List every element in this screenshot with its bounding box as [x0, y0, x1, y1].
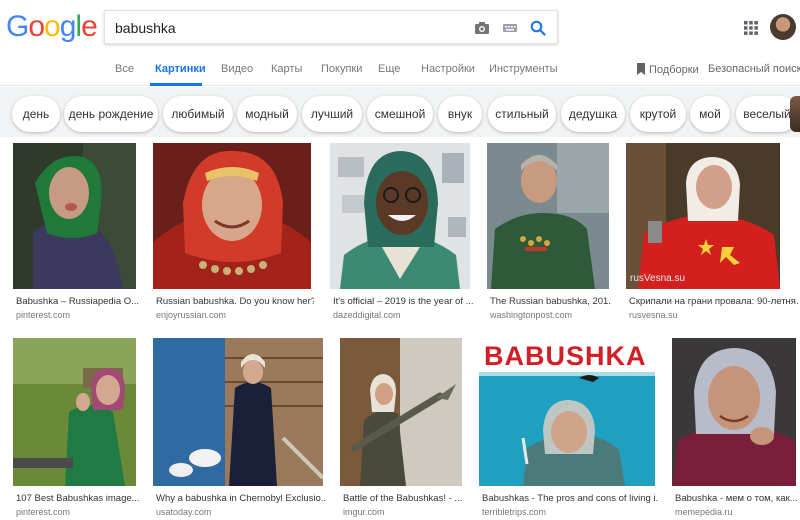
- result-source[interactable]: pinterest.com: [16, 507, 70, 517]
- camera-icon[interactable]: [473, 19, 491, 37]
- result-image[interactable]: [153, 143, 311, 289]
- chip-den-rozhdenie[interactable]: день рождение: [64, 96, 158, 132]
- active-tab-indicator: [150, 83, 202, 86]
- tab-more[interactable]: Еще: [378, 63, 400, 75]
- image-result[interactable]: Russian babushka. Do you know her? enjoy…: [153, 143, 314, 323]
- chip-vnuk[interactable]: внук: [438, 96, 482, 132]
- apps-grid-icon[interactable]: [743, 20, 759, 36]
- chip-next-thumbnail[interactable]: [790, 96, 800, 132]
- result-source[interactable]: washingtonpost.com: [490, 310, 572, 320]
- logo-letter: e: [81, 10, 98, 43]
- image-result[interactable]: The Russian babushka, 201... washingtonp…: [487, 143, 612, 323]
- result-source[interactable]: imgur.com: [343, 507, 385, 517]
- search-icon[interactable]: [529, 19, 547, 37]
- image-result[interactable]: It's official – 2019 is the year of ... …: [330, 143, 473, 323]
- result-image[interactable]: [330, 143, 470, 289]
- chip-lyubimyi[interactable]: любимый: [163, 96, 233, 132]
- result-source[interactable]: dazeddigital.com: [333, 310, 401, 320]
- image-result[interactable]: Why a babushka in Chernobyl Exclusio... …: [153, 338, 326, 520]
- result-source[interactable]: terribletrips.com: [482, 507, 546, 517]
- keyboard-icon[interactable]: [501, 19, 519, 37]
- result-source[interactable]: memepedia.ru: [675, 507, 733, 517]
- chip-veselyi[interactable]: веселый: [736, 96, 798, 132]
- result-image[interactable]: rusVesna.su: [626, 143, 780, 289]
- logo-letter: o: [44, 10, 61, 43]
- result-caption[interactable]: Babushka - мем о том, как...: [675, 493, 799, 504]
- chip-smeshnoi[interactable]: смешной: [367, 96, 433, 132]
- logo-letter: o: [28, 10, 45, 43]
- result-caption[interactable]: Russian babushka. Do you know her?: [156, 296, 314, 307]
- search-input[interactable]: [115, 17, 445, 39]
- chip-moi[interactable]: мой: [690, 96, 730, 132]
- image-result[interactable]: Babushka - мем о том, как... memepedia.r…: [672, 338, 800, 520]
- result-caption[interactable]: Babushkas - The pros and cons of living …: [482, 493, 658, 504]
- bookmark-icon: [637, 63, 645, 75]
- result-source[interactable]: enjoyrussian.com: [156, 310, 226, 320]
- result-image[interactable]: [672, 338, 796, 486]
- chip-krutoi[interactable]: крутой: [630, 96, 686, 132]
- result-image[interactable]: [487, 143, 609, 289]
- result-caption[interactable]: Battle of the Babushkas! - ...: [343, 493, 465, 504]
- chip-dedushka[interactable]: дедушка: [561, 96, 625, 132]
- result-caption[interactable]: 107 Best Babushkas image...: [16, 493, 139, 504]
- tab-tools[interactable]: Инструменты: [489, 63, 558, 75]
- chip-luchshii[interactable]: лучший: [302, 96, 362, 132]
- poster-title: BABUSHKA: [484, 341, 647, 371]
- tab-images[interactable]: Картинки: [155, 63, 206, 75]
- result-image[interactable]: [340, 338, 462, 486]
- chip-stilnyi[interactable]: стильный: [488, 96, 556, 132]
- result-caption[interactable]: It's official – 2019 is the year of ...: [333, 296, 473, 307]
- image-result[interactable]: Babushka – Russiapedia O... pinterest.co…: [13, 143, 139, 323]
- safesearch-toggle[interactable]: Безопасный поиск: [708, 63, 800, 75]
- google-logo[interactable]: Google: [6, 10, 98, 44]
- result-source[interactable]: usatoday.com: [156, 507, 211, 517]
- search-tabs: Все Картинки Видео Карты Покупки Еще Нас…: [0, 56, 800, 86]
- result-image[interactable]: BABUSHKA: [479, 338, 655, 486]
- logo-letter: G: [6, 10, 29, 43]
- tab-maps[interactable]: Карты: [271, 63, 302, 75]
- tab-all[interactable]: Все: [115, 63, 134, 75]
- result-image[interactable]: [13, 338, 136, 486]
- chip-modnyi[interactable]: модный: [237, 96, 297, 132]
- tab-shopping[interactable]: Покупки: [321, 63, 362, 75]
- result-image[interactable]: [153, 338, 323, 486]
- collections-link[interactable]: Подборки: [636, 63, 699, 76]
- result-caption[interactable]: Babushka – Russiapedia O...: [16, 296, 139, 307]
- tab-settings[interactable]: Настройки: [421, 63, 475, 75]
- image-result[interactable]: BABUSHKA Babushkas - The pros and cons o…: [479, 338, 658, 520]
- image-watermark: rusVesna.su: [630, 273, 686, 284]
- image-result[interactable]: rusVesna.su Скрипали на грани провала: 9…: [626, 143, 799, 323]
- result-caption[interactable]: Скрипали на грани провала: 90-летня...: [629, 296, 799, 307]
- safesearch-label: Безопасный поиск: [708, 63, 800, 75]
- chip-den[interactable]: день: [12, 96, 60, 132]
- result-caption[interactable]: The Russian babushka, 201...: [490, 296, 612, 307]
- account-avatar[interactable]: [770, 14, 796, 40]
- result-source[interactable]: rusvesna.su: [629, 310, 678, 320]
- image-result[interactable]: 107 Best Babushkas image... pinterest.co…: [13, 338, 139, 520]
- collections-label: Подборки: [649, 64, 699, 76]
- result-source[interactable]: pinterest.com: [16, 310, 70, 320]
- search-box: [104, 10, 558, 44]
- tab-video[interactable]: Видео: [221, 63, 253, 75]
- result-image[interactable]: [13, 143, 136, 289]
- image-result[interactable]: Battle of the Babushkas! - ... imgur.com: [340, 338, 462, 520]
- logo-letter: g: [59, 10, 77, 43]
- result-caption[interactable]: Why a babushka in Chernobyl Exclusio...: [156, 493, 326, 504]
